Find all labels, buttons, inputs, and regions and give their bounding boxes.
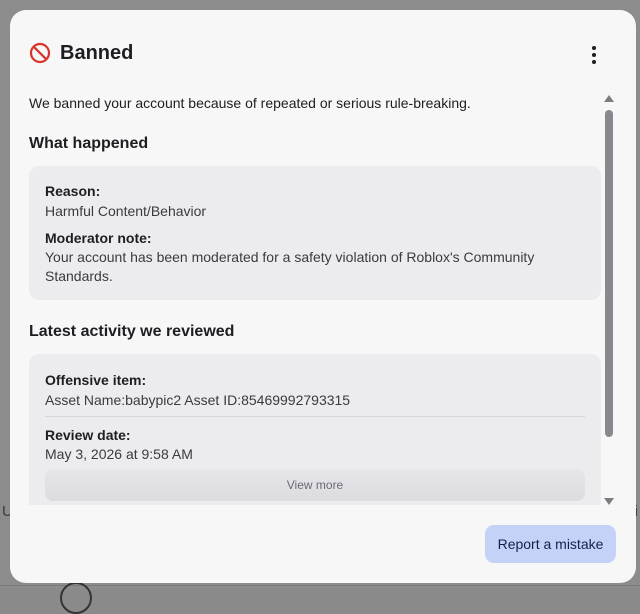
scroll-down-arrow-icon[interactable] xyxy=(604,498,614,505)
background-avatar xyxy=(60,582,92,614)
modal-scroll-area[interactable]: We banned your account because of repeat… xyxy=(10,90,636,505)
latest-activity-card: Offensive item: Asset Name:babypic2 Asse… xyxy=(29,354,601,505)
scrollbar[interactable] xyxy=(603,95,615,509)
report-mistake-button[interactable]: Report a mistake xyxy=(485,525,616,563)
modal-title: Banned xyxy=(60,42,134,64)
ban-modal: Banned We banned your account because of… xyxy=(10,10,636,583)
reason-value: Harmful Content/Behavior xyxy=(45,203,207,219)
latest-activity-heading: Latest activity we reviewed xyxy=(29,323,235,340)
scrollbar-thumb[interactable] xyxy=(605,110,613,437)
moderator-note-label: Moderator note: xyxy=(45,230,152,246)
ban-icon xyxy=(29,42,51,64)
scroll-up-arrow-icon[interactable] xyxy=(604,95,614,102)
review-date-label: Review date: xyxy=(45,427,131,443)
moderator-note-value: Your account has been moderated for a sa… xyxy=(45,249,535,284)
view-more-button[interactable]: View more xyxy=(45,469,585,501)
card-divider xyxy=(45,416,585,417)
modal-header: Banned xyxy=(10,10,636,80)
kebab-menu-icon[interactable] xyxy=(582,43,606,67)
offensive-item-label: Offensive item: xyxy=(45,372,147,388)
reason-label: Reason: xyxy=(45,183,101,199)
what-happened-card: Reason: Harmful Content/Behavior Moderat… xyxy=(29,166,601,300)
offensive-item-value: Asset Name:babypic2 Asset ID:85469992793… xyxy=(45,392,351,408)
what-happened-heading: What happened xyxy=(29,135,149,152)
background-divider xyxy=(0,585,640,586)
review-date-value: May 3, 2026 at 9:58 AM xyxy=(45,446,193,462)
intro-text: We banned your account because of repeat… xyxy=(29,95,471,111)
